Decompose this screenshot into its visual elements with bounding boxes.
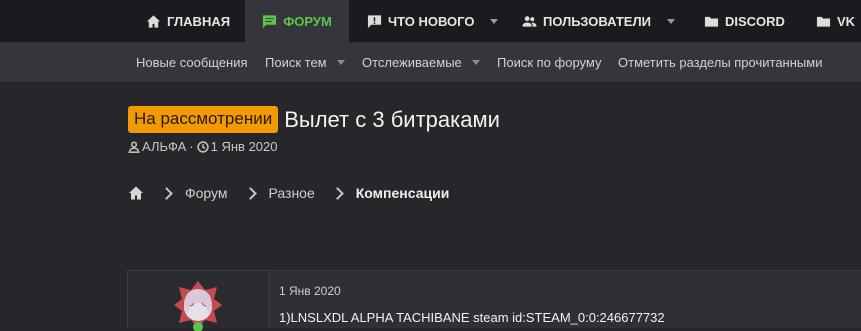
post-body-text: 1)LNSLXDL ALPHA TACHIBANE steam id:STEAM… bbox=[279, 310, 665, 325]
nav-tab-home[interactable]: ГЛАВНАЯ bbox=[146, 0, 230, 42]
thread-author[interactable]: АЛЬФА bbox=[142, 139, 186, 154]
thread-title: Вылет с 3 битраками bbox=[284, 106, 500, 132]
user-icon bbox=[128, 140, 140, 153]
breadcrumb-item-misc[interactable]: Разное bbox=[269, 185, 315, 201]
home-icon bbox=[129, 186, 143, 200]
folder-icon bbox=[704, 16, 719, 27]
subnav-label: Новые сообщения bbox=[136, 54, 248, 70]
nav-tab-discord[interactable]: DISCORD bbox=[704, 0, 785, 42]
nav-tab-label: DISCORD bbox=[725, 13, 785, 29]
subnav-label: Поиск тем bbox=[265, 54, 327, 70]
subnav-mark-read[interactable]: Отметить разделы прочитанными bbox=[618, 42, 822, 82]
thread-date[interactable]: 1 Янв 2020 bbox=[211, 139, 278, 154]
chevron-down-icon[interactable] bbox=[666, 18, 675, 24]
nav-tab-label: VK bbox=[837, 13, 856, 29]
nav-tab-forum[interactable]: ФОРУМ bbox=[245, 0, 349, 42]
breadcrumb-item-forum[interactable]: Форум bbox=[185, 185, 228, 201]
meta-separator: · bbox=[189, 139, 194, 154]
post: 1 Янв 2020 1)LNSLXDL ALPHA TACHIBANE ste… bbox=[127, 270, 861, 331]
chevron-right-icon bbox=[243, 186, 257, 200]
thread-header: На рассмотрении Вылет с 3 битраками bbox=[128, 106, 500, 133]
sub-navigation: Новые сообщения Поиск тем Отслеживаемые … bbox=[0, 42, 861, 83]
breadcrumb-home[interactable] bbox=[128, 185, 144, 201]
users-icon bbox=[522, 15, 537, 27]
subnav-new-posts[interactable]: Новые сообщения bbox=[136, 42, 248, 82]
post-date[interactable]: 1 Янв 2020 bbox=[279, 284, 341, 298]
clock-icon bbox=[196, 140, 209, 153]
nav-tab-whats-new[interactable]: ЧТО НОВОГО bbox=[367, 0, 499, 42]
alert-icon bbox=[367, 14, 382, 28]
nav-tab-label: ФОРУМ bbox=[283, 13, 332, 29]
subnav-find-threads[interactable]: Поиск тем bbox=[265, 42, 345, 82]
nav-tab-users[interactable]: ПОЛЬЗОВАТЕЛИ bbox=[522, 0, 675, 42]
subnav-watched[interactable]: Отслеживаемые bbox=[362, 42, 480, 82]
folder-icon bbox=[816, 16, 831, 27]
post-content: 1 Янв 2020 1)LNSLXDL ALPHA TACHIBANE ste… bbox=[269, 271, 861, 328]
nav-tab-label: ГЛАВНАЯ bbox=[167, 13, 231, 29]
subnav-search-forums[interactable]: Поиск по форуму bbox=[497, 42, 601, 82]
nav-tab-vk[interactable]: VK bbox=[816, 0, 855, 42]
thread-prefix-badge[interactable]: На рассмотрении bbox=[128, 106, 279, 133]
chevron-right-icon bbox=[160, 186, 173, 200]
chevron-down-icon[interactable] bbox=[471, 59, 480, 65]
chevron-right-icon bbox=[330, 186, 344, 200]
breadcrumb: Форум Разное Компенсации bbox=[128, 184, 449, 202]
chat-icon bbox=[263, 14, 277, 28]
subnav-label: Поиск по форуму bbox=[497, 54, 602, 70]
breadcrumb-item-compensation[interactable]: Компенсации bbox=[356, 185, 450, 201]
top-navigation: ГЛАВНАЯ ФОРУМ ЧТО НОВОГО ПОЛЬЗОВАТЕЛИ DI… bbox=[0, 0, 861, 42]
avatar[interactable] bbox=[172, 279, 224, 331]
thread-meta: АЛЬФА · 1 Янв 2020 bbox=[128, 139, 278, 154]
subnav-label: Отметить разделы прочитанными bbox=[618, 54, 823, 70]
subnav-label: Отслеживаемые bbox=[362, 54, 462, 70]
chevron-down-icon[interactable] bbox=[336, 59, 345, 65]
home-icon bbox=[146, 14, 161, 28]
nav-tab-label: ПОЛЬЗОВАТЕЛИ bbox=[543, 13, 651, 29]
nav-tab-label: ЧТО НОВОГО bbox=[388, 13, 475, 29]
chevron-down-icon[interactable] bbox=[490, 18, 499, 24]
post-user-cell bbox=[128, 271, 269, 331]
